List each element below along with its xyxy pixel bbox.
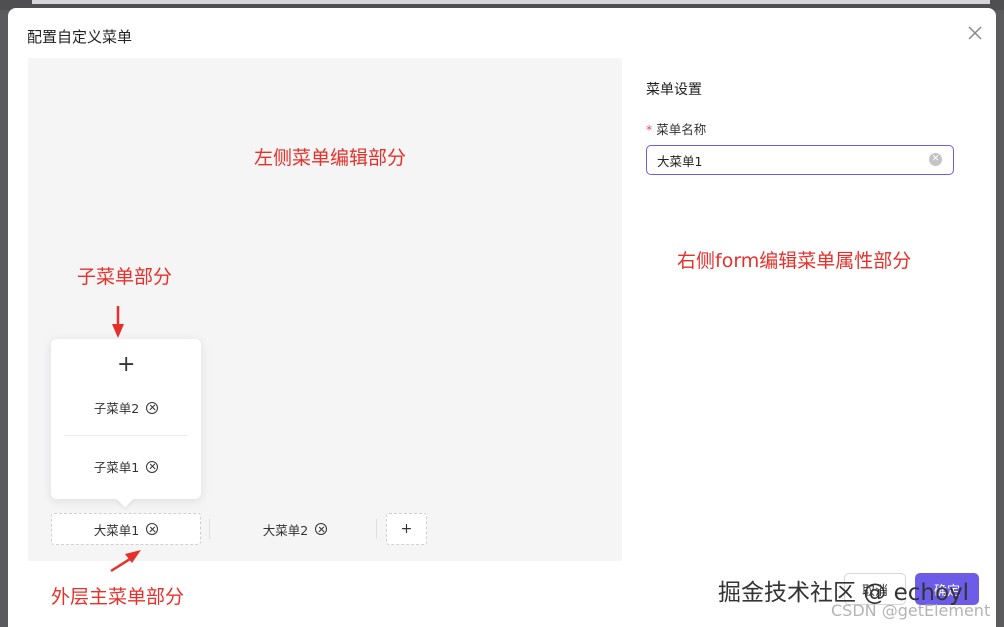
field-label-text: 菜单名称 [656,122,707,137]
add-main-menu-button[interactable]: + [386,513,427,545]
add-submenu-button[interactable]: + [117,354,135,376]
arrow-down-icon [112,306,124,338]
submenu-item-label: 子菜单1 [93,460,140,475]
backdrop-top-light [32,0,990,4]
submenu-item[interactable]: 子菜单2 [51,398,201,417]
main-menu-label: 大菜单2 [262,522,309,538]
main-menu-item[interactable]: 大菜单1 [51,513,201,545]
annotation-main-menu: 外层主菜单部分 [51,586,185,608]
clear-circle-icon[interactable]: ✕ [929,153,942,166]
submenu-item-label: 子菜单2 [93,401,140,416]
annotation-right-area: 右侧form编辑菜单属性部分 [677,250,912,272]
remove-circle-icon[interactable] [315,523,328,535]
menu-name-field[interactable]: ✕ [646,145,954,175]
annotation-sub-menu: 子菜单部分 [77,266,173,288]
main-menu-item[interactable]: 大菜单2 [220,513,370,545]
annotation-left-area: 左侧菜单编辑部分 [254,147,407,169]
submenu-divider [64,435,188,436]
menu-separator [376,519,377,539]
dialog-title: 配置自定义菜单 [27,28,133,46]
remove-circle-icon[interactable] [146,460,159,473]
menu-name-input[interactable] [647,146,917,174]
remove-circle-icon[interactable] [146,401,159,414]
submenu-item[interactable]: 子菜单1 [51,457,201,476]
arrow-up-right-icon [110,550,141,573]
remove-circle-icon[interactable] [146,523,159,535]
watermark-sub: CSDN @getElement [831,601,991,620]
required-mark: * [646,122,653,137]
custom-menu-dialog: 配置自定义菜单 左侧菜单编辑部分 子菜单部分 外层主菜单部分 右侧form编辑菜… [8,8,996,627]
main-menu-label: 大菜单1 [93,522,140,538]
submenu-popup: + 子菜单2 子菜单1 [51,339,201,508]
close-icon[interactable] [966,24,984,42]
menu-separator [209,519,210,539]
field-label: * 菜单名称 [646,119,706,138]
section-title: 菜单设置 [646,82,702,98]
